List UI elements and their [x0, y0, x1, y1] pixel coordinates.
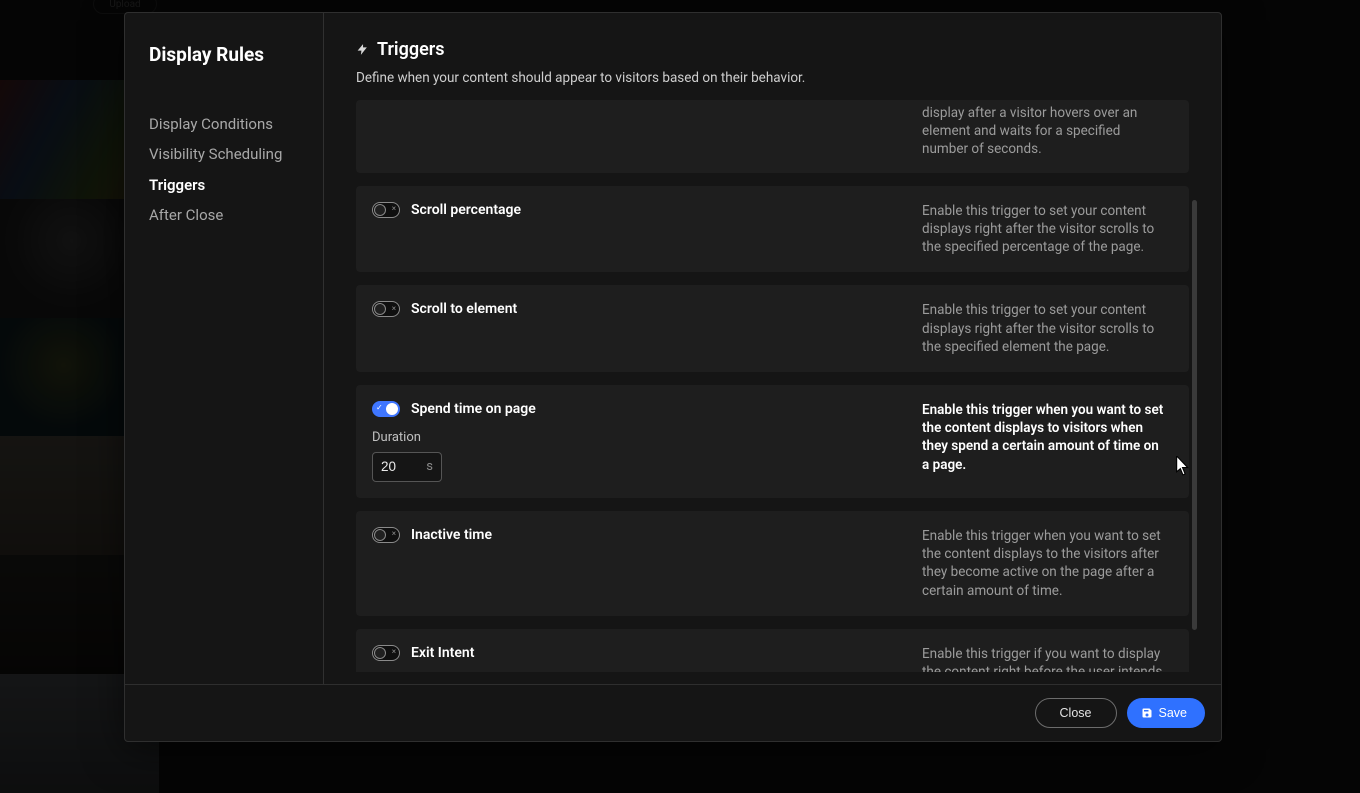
sidebar-item-triggers[interactable]: Triggers	[149, 175, 301, 195]
page-subtitle: Define when your content should appear t…	[356, 70, 1211, 86]
save-button-label: Save	[1159, 706, 1188, 720]
trigger-description: Enable this trigger when you want to set…	[922, 527, 1169, 600]
trigger-description: display after a visitor hovers over an e…	[922, 104, 1169, 159]
duration-label: Duration	[372, 430, 892, 445]
sidebar-item-visibility-scheduling[interactable]: Visibility Scheduling	[149, 144, 301, 164]
trigger-name: Scroll percentage	[411, 202, 521, 218]
modal-sidebar: Display Rules Display Conditions Visibil…	[125, 13, 324, 684]
sidebar-item-after-close[interactable]: After Close	[149, 205, 301, 225]
trigger-card-scroll-element: ×✓ Scroll to element Enable this trigger…	[356, 285, 1189, 372]
scrollbar-track[interactable]	[1192, 125, 1197, 633]
modal-footer: Close Save	[125, 684, 1221, 741]
trigger-card-scroll-percentage: ×✓ Scroll percentage Enable this trigger…	[356, 186, 1189, 273]
trigger-card-exit-intent: ×✓ Exit Intent Enable this trigger if yo…	[356, 629, 1189, 672]
close-button[interactable]: Close	[1035, 698, 1117, 728]
trigger-name: Scroll to element	[411, 301, 517, 317]
page-title: Triggers	[377, 39, 445, 60]
display-rules-modal: Display Rules Display Conditions Visibil…	[124, 12, 1222, 742]
trigger-description: Enable this trigger to set your content …	[922, 202, 1169, 257]
trigger-name: Exit Intent	[411, 645, 474, 661]
trigger-card-hover: display after a visitor hovers over an e…	[356, 100, 1189, 173]
trigger-description: Enable this trigger to set your content …	[922, 301, 1169, 356]
main-content: Triggers Define when your content should…	[324, 13, 1221, 684]
trigger-description: Enable this trigger if you want to displ…	[922, 645, 1169, 672]
toggle-spend-time[interactable]: ×✓	[372, 401, 400, 417]
duration-input-wrap[interactable]: s	[372, 452, 442, 482]
sidebar-title: Display Rules	[149, 43, 301, 66]
sidebar-item-display-conditions[interactable]: Display Conditions	[149, 114, 301, 134]
toggle-scroll-element[interactable]: ×✓	[372, 301, 400, 317]
duration-input[interactable]	[381, 459, 422, 474]
trigger-name: Spend time on page	[411, 401, 536, 417]
lightning-icon	[356, 41, 369, 58]
trigger-name: Inactive time	[411, 527, 492, 543]
toggle-scroll-percentage[interactable]: ×✓	[372, 202, 400, 218]
toggle-exit-intent[interactable]: ×✓	[372, 645, 400, 661]
scrollbar-thumb[interactable]	[1192, 200, 1197, 630]
save-button[interactable]: Save	[1127, 698, 1206, 728]
trigger-card-spend-time: ×✓ Spend time on page Duration s	[356, 385, 1189, 498]
triggers-scroll-area[interactable]: display after a visitor hovers over an e…	[356, 100, 1211, 672]
save-icon	[1141, 707, 1153, 719]
duration-unit: s	[426, 459, 433, 474]
toggle-inactive-time[interactable]: ×✓	[372, 527, 400, 543]
trigger-card-inactive-time: ×✓ Inactive time Enable this trigger whe…	[356, 511, 1189, 616]
trigger-description: Enable this trigger when you want to set…	[922, 401, 1169, 474]
